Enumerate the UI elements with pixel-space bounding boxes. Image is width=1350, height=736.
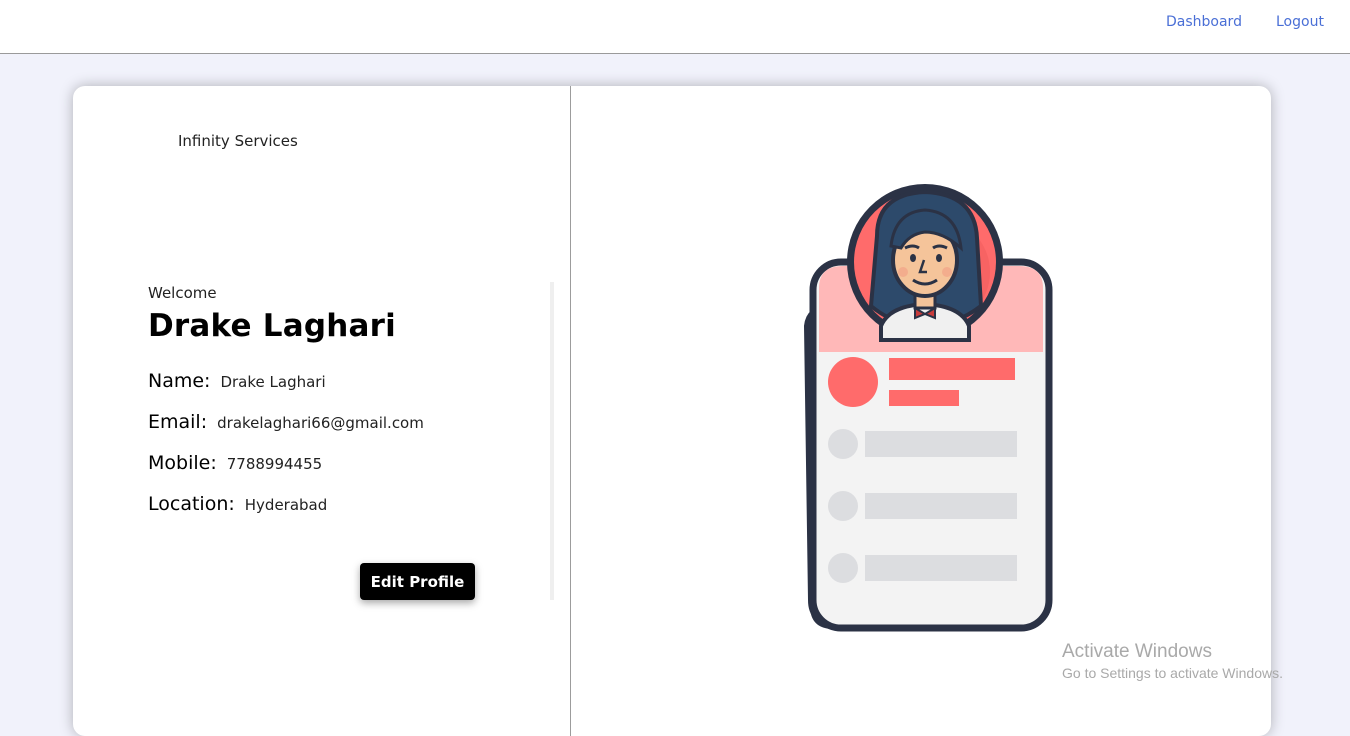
- location-row: Location: Hyderabad: [148, 493, 327, 515]
- top-navbar: Dashboard Logout: [0, 0, 1350, 54]
- name-label: Name:: [148, 370, 211, 392]
- panel-divider: [570, 86, 571, 736]
- user-display-name: Drake Laghari: [148, 308, 396, 344]
- brand-name: Infinity Services: [178, 132, 298, 150]
- welcome-text: Welcome: [148, 284, 217, 302]
- scrollbar-track[interactable]: [550, 282, 554, 600]
- name-value: Drake Laghari: [220, 373, 326, 391]
- email-row: Email: drakelaghari66@gmail.com: [148, 411, 424, 433]
- email-label: Email:: [148, 411, 208, 433]
- profile-card: Infinity Services Welcome Drake Laghari …: [73, 86, 1271, 736]
- location-label: Location:: [148, 493, 235, 515]
- nav-logout-link[interactable]: Logout: [1276, 14, 1324, 30]
- profile-card-illustration: [803, 184, 1053, 632]
- nav-dashboard-link[interactable]: Dashboard: [1166, 14, 1242, 30]
- edit-profile-button[interactable]: Edit Profile: [360, 563, 475, 600]
- mobile-row: Mobile: 7788994455: [148, 452, 322, 474]
- name-row: Name: Drake Laghari: [148, 370, 326, 392]
- email-value: drakelaghari66@gmail.com: [217, 414, 424, 432]
- mobile-label: Mobile:: [148, 452, 217, 474]
- mobile-value: 7788994455: [226, 455, 323, 473]
- location-value: Hyderabad: [244, 496, 328, 514]
